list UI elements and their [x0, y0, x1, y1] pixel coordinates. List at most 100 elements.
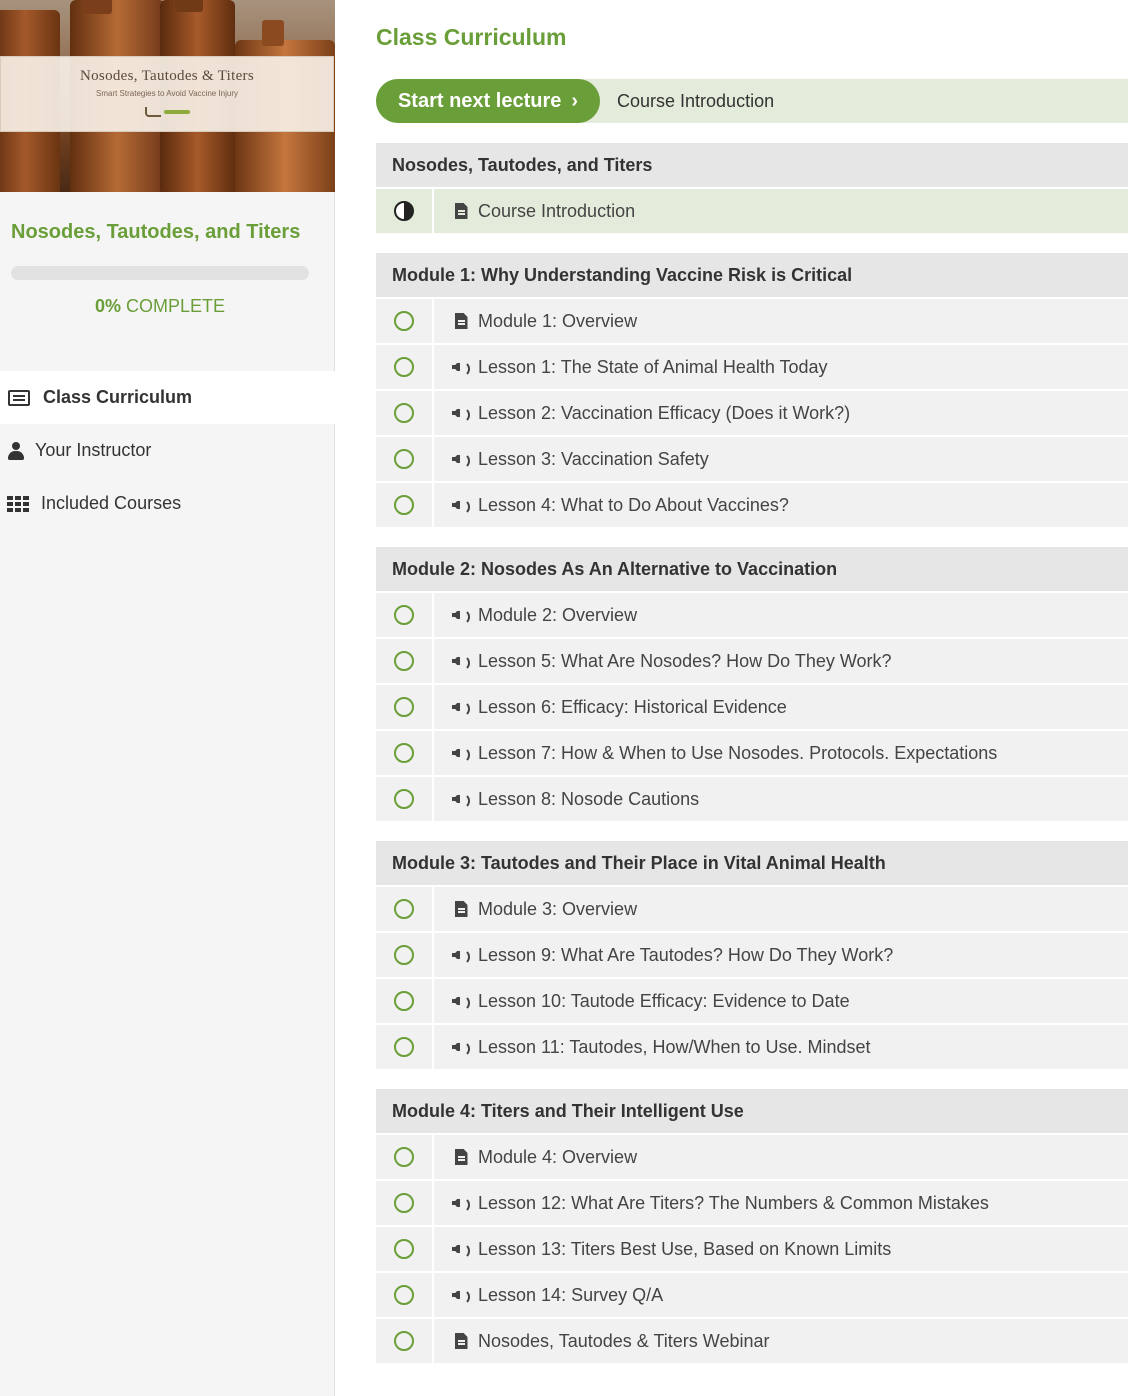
curriculum-section: Module 4: Titers and Their Intelligent U…: [376, 1089, 1128, 1363]
lecture-title: Lesson 12: What Are Titers? The Numbers …: [478, 1192, 989, 1213]
audio-icon: [452, 360, 470, 377]
lecture-title: Course Introduction: [478, 200, 636, 221]
lecture-title: Module 3: Overview: [478, 898, 638, 919]
lecture-item[interactable]: Lesson 9: What Are Tautodes? How Do They…: [376, 933, 1128, 977]
incomplete-status-icon: [376, 345, 434, 389]
curriculum-section: Nosodes, Tautodes, and Titers Course Intr…: [376, 143, 1128, 233]
lecture-item[interactable]: Lesson 13: Titers Best Use, Based on Kno…: [376, 1227, 1128, 1271]
section-title: Nosodes, Tautodes, and Titers: [376, 143, 1128, 187]
course-title: Nosodes, Tautodes, and Titers: [11, 221, 301, 243]
sidebar-item-class-curriculum[interactable]: Class Curriculum: [0, 371, 335, 424]
lecture-title: Lesson 11: Tautodes, How/When to Use. Mi…: [478, 1036, 871, 1057]
curriculum-list: Nosodes, Tautodes, and Titers Course Intr…: [376, 143, 1128, 1363]
lecture-title: Lesson 14: Survey Q/A: [478, 1284, 664, 1305]
lecture-item[interactable]: Module 2: Overview: [376, 593, 1128, 637]
progress-label: 0% COMPLETE: [0, 296, 320, 317]
audio-icon: [452, 498, 470, 515]
incomplete-status-icon: [376, 639, 434, 683]
lecture-item[interactable]: Nosodes, Tautodes & Titers Webinar: [376, 1319, 1128, 1363]
lecture-item[interactable]: Module 1: Overview: [376, 299, 1128, 343]
lecture-item[interactable]: Lesson 8: Nosode Cautions: [376, 777, 1128, 821]
sidebar-item-label: Class Curriculum: [43, 387, 193, 407]
document-icon: [452, 901, 470, 917]
lecture-item[interactable]: Lesson 10: Tautode Efficacy: Evidence to…: [376, 979, 1128, 1023]
user-icon: [7, 441, 24, 461]
audio-icon: [452, 1196, 470, 1213]
curriculum-section: Module 2: Nosodes As An Alternative to V…: [376, 547, 1128, 821]
lecture-title: Module 2: Overview: [478, 604, 638, 625]
lecture-title: Lesson 5: What Are Nosodes? How Do They …: [478, 650, 892, 671]
start-next-lecture-button[interactable]: Start next lecture ›: [376, 79, 600, 123]
incomplete-status-icon: [376, 437, 434, 481]
chevron-right-icon: ›: [571, 89, 579, 112]
lecture-title: Lesson 13: Titers Best Use, Based on Kno…: [478, 1238, 892, 1259]
lecture-title: Lesson 3: Vaccination Safety: [478, 448, 709, 469]
sidebar-item-included-courses[interactable]: Included Courses: [0, 477, 335, 530]
audio-icon: [452, 792, 470, 809]
lecture-title: Lesson 7: How & When to Use Nosodes. Pro…: [478, 742, 998, 763]
in-progress-status-icon: [376, 189, 434, 233]
cover-title: Nosodes, Tautodes & Titers: [80, 68, 254, 84]
audio-icon: [452, 1242, 470, 1259]
lecture-title: Lesson 2: Vaccination Efficacy (Does it …: [478, 402, 851, 423]
lecture-item[interactable]: Lesson 3: Vaccination Safety: [376, 437, 1128, 481]
lecture-item[interactable]: Lesson 4: What to Do About Vaccines?: [376, 483, 1128, 527]
sidebar: Nosodes, Tautodes & Titers Smart Strateg…: [0, 0, 335, 1396]
page-title: Class Curriculum: [376, 24, 567, 50]
incomplete-status-icon: [376, 391, 434, 435]
incomplete-status-icon: [376, 777, 434, 821]
main-content: Class Curriculum Start next lecture › Co…: [376, 0, 1128, 1363]
incomplete-status-icon: [376, 685, 434, 729]
audio-icon: [452, 406, 470, 423]
audio-icon: [452, 1040, 470, 1057]
lecture-item[interactable]: Lesson 7: How & When to Use Nosodes. Pro…: [376, 731, 1128, 775]
lecture-item[interactable]: Module 4: Overview: [376, 1135, 1128, 1179]
lecture-title: Nosodes, Tautodes & Titers Webinar: [478, 1330, 770, 1351]
lecture-title: Module 4: Overview: [478, 1146, 638, 1167]
list-icon: [7, 388, 31, 408]
lecture-item[interactable]: Lesson 11: Tautodes, How/When to Use. Mi…: [376, 1025, 1128, 1069]
cover-banner: Nosodes, Tautodes & Titers Smart Strateg…: [0, 56, 334, 132]
lecture-item[interactable]: Lesson 2: Vaccination Efficacy (Does it …: [376, 391, 1128, 435]
incomplete-status-icon: [376, 887, 434, 931]
cover-subtitle: Smart Strategies to Avoid Vaccine Injury: [96, 89, 238, 98]
document-icon: [452, 1149, 470, 1165]
progress-complete-text: COMPLETE: [126, 296, 226, 316]
lecture-item[interactable]: Course Introduction: [376, 189, 1128, 233]
audio-icon: [452, 608, 470, 625]
audio-icon: [452, 746, 470, 763]
lecture-item[interactable]: Lesson 1: The State of Animal Health Tod…: [376, 345, 1128, 389]
lecture-title: Lesson 6: Efficacy: Historical Evidence: [478, 696, 787, 717]
progress-bar: [11, 266, 309, 280]
incomplete-status-icon: [376, 1181, 434, 1225]
lecture-item[interactable]: Module 3: Overview: [376, 887, 1128, 931]
document-icon: [452, 203, 470, 219]
sidebar-item-label: Your Instructor: [35, 440, 152, 460]
incomplete-status-icon: [376, 731, 434, 775]
progress-percent: 0%: [94, 296, 121, 316]
lecture-title: Module 1: Overview: [478, 310, 638, 331]
section-title: Module 2: Nosodes As An Alternative to V…: [376, 547, 1128, 591]
next-lecture-bar: Start next lecture › Course Introduction: [376, 79, 1128, 123]
section-title: Module 1: Why Understanding Vaccine Risk…: [376, 253, 1128, 297]
document-icon: [452, 1333, 470, 1349]
audio-icon: [452, 654, 470, 671]
incomplete-status-icon: [376, 593, 434, 637]
sidebar-item-your-instructor[interactable]: Your Instructor: [0, 424, 335, 477]
incomplete-status-icon: [376, 299, 434, 343]
audio-icon: [452, 994, 470, 1011]
brand-logo: [139, 104, 195, 120]
sidebar-item-label: Included Courses: [41, 493, 182, 513]
audio-icon: [452, 1288, 470, 1305]
lecture-item[interactable]: Lesson 14: Survey Q/A: [376, 1273, 1128, 1317]
incomplete-status-icon: [376, 1319, 434, 1363]
sidebar-nav: Class Curriculum Your Instructor Include…: [0, 371, 335, 530]
incomplete-status-icon: [376, 1273, 434, 1317]
lecture-title: Lesson 8: Nosode Cautions: [478, 788, 700, 809]
lecture-title: Lesson 10: Tautode Efficacy: Evidence to…: [478, 990, 850, 1011]
audio-icon: [452, 948, 470, 965]
lecture-item[interactable]: Lesson 12: What Are Titers? The Numbers …: [376, 1181, 1128, 1225]
lecture-item[interactable]: Lesson 6: Efficacy: Historical Evidence: [376, 685, 1128, 729]
curriculum-section: Module 3: Tautodes and Their Place in Vi…: [376, 841, 1128, 1069]
lecture-item[interactable]: Lesson 5: What Are Nosodes? How Do They …: [376, 639, 1128, 683]
